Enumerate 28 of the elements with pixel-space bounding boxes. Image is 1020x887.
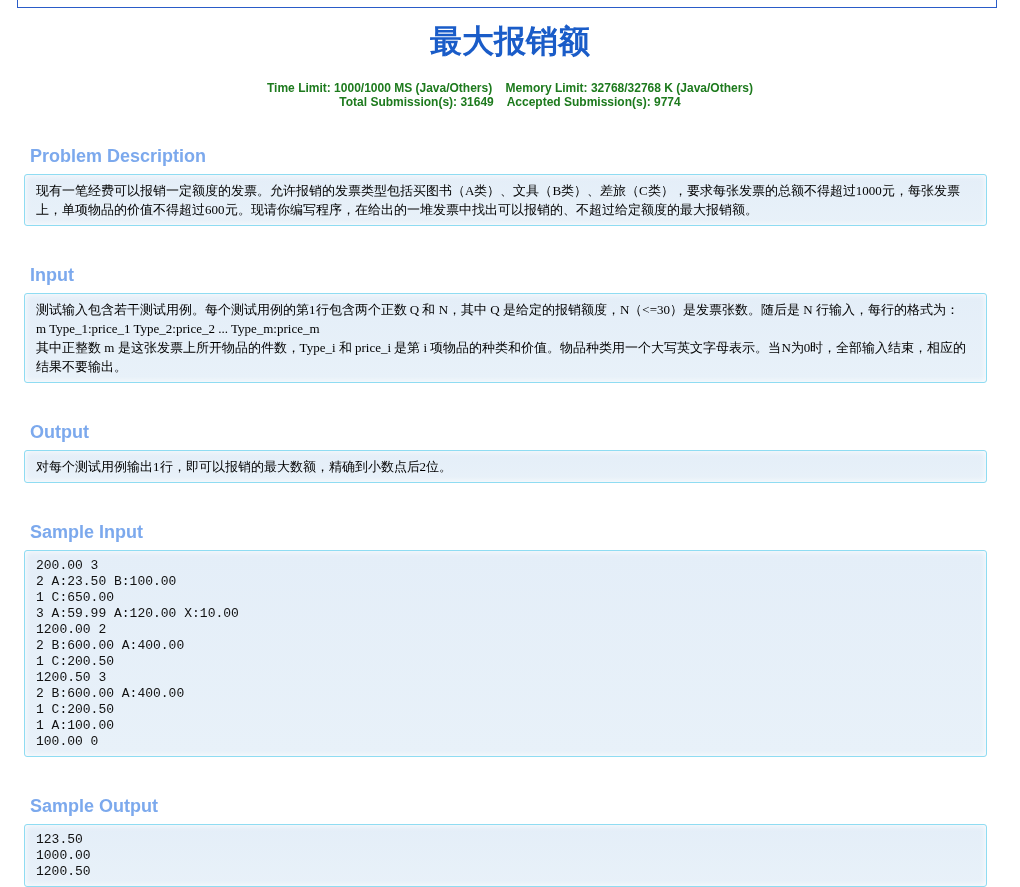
- sample-line: 1 C:200.50: [36, 702, 115, 718]
- sample-line: 200.00 3: [36, 558, 100, 574]
- limit-info: Total Submission(s): 31649 Accepted Submission(s): 9774: [338, 95, 682, 109]
- description-text: 测试输入包含若干测试用例。每个测试用例的第1行包含两个正数 Q 和 N，其中 Q 是给定的报销额度，N（<=30）是发票张数。随后是 N 行输入，每行的格式为：: [36, 301, 960, 319]
- section-heading: Input: [30, 264, 75, 286]
- sample-line: 1200.50 3: [36, 670, 108, 686]
- description-text: m Type_1:price_1 Type_2:price_2 ... Type_m:price_m: [36, 320, 321, 338]
- section-heading: Sample Input: [30, 521, 144, 543]
- description-text: 对每个测试用例输出1行，即可以报销的最大数额，精确到小数点后2位。: [36, 458, 453, 476]
- sample-line: 2 B:600.00 A:400.00: [36, 686, 186, 702]
- sample-line: 1 A:100.00: [36, 718, 115, 734]
- sample-line: 2 A:23.50 B:100.00: [36, 574, 178, 590]
- sample-line: 3 A:59.99 A:120.00 X:10.00: [36, 606, 240, 622]
- sample-line: 1000.00: [36, 848, 92, 864]
- section-heading: Problem Description: [30, 145, 208, 167]
- section-heading: Sample Output: [30, 795, 159, 817]
- sample-line: 123.50: [36, 832, 84, 848]
- sample-line: 2 B:600.00 A:400.00: [36, 638, 186, 654]
- sample-line: 1 C:650.00: [36, 590, 115, 606]
- sample-line: 1 C:200.50: [36, 654, 115, 670]
- problem-title: 最大报销额: [429, 23, 591, 59]
- sample-line: 1200.50: [36, 864, 92, 880]
- description-text: 现有一笔经费可以报销一定额度的发票。允许报销的发票类型包括买图书（A类）、文具（B类）、差旅（C类），要求每张发票的总额不得超过1000元，每张发票上，单项物品的价值不得超过600元。现请你编写程序，在给出的一堆发票中找出可以报销的、不超过给定额度的最大报销额。: [36, 182, 961, 219]
- section-heading: Output: [30, 421, 90, 443]
- sample-line: 100.00 0: [36, 734, 100, 750]
- limit-info: Time Limit: 1000/1000 MS (Java/Others) Memory Limit: 32768/32768 K (Java/Others): [266, 81, 754, 95]
- description-text: 其中正整数 m 是这张发票上所开物品的件数，Type_i 和 price_i 是第 i 项物品的种类和价值。物品种类用一个大写英文字母表示。当N为0时，全部输入结束，相应的结果不要输出。: [36, 339, 968, 376]
- sample-line: 1200.00 2: [36, 622, 108, 638]
